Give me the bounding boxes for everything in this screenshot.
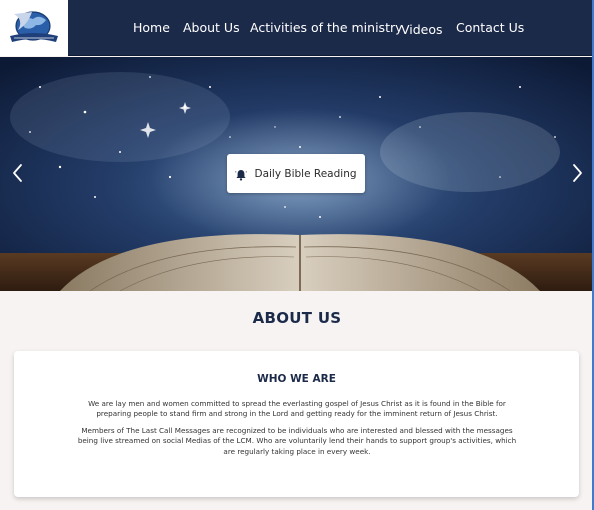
chevron-right-icon: [573, 164, 582, 182]
about-us-heading: ABOUT US: [252, 309, 342, 327]
nav-home[interactable]: Home: [133, 20, 170, 35]
bell-icon: [235, 168, 248, 181]
carousel-next-button[interactable]: [567, 161, 587, 185]
nav-contact-us[interactable]: Contact Us: [456, 20, 524, 35]
who-we-are-card: WHO WE ARE We are lay men and women comm…: [14, 351, 579, 497]
nav-about-us[interactable]: About Us: [183, 20, 240, 35]
chevron-left-icon: [13, 164, 22, 182]
carousel-prev-button[interactable]: [8, 161, 28, 185]
nav-activities[interactable]: Activities of the ministry: [250, 20, 403, 35]
nav-videos[interactable]: Videos: [401, 22, 443, 37]
globe-logo-icon: [10, 11, 58, 42]
who-we-are-paragraph-2: Members of The Last Call Messages are re…: [77, 426, 517, 456]
hero-carousel: Daily Bible Reading: [0, 57, 594, 291]
who-we-are-heading: WHO WE ARE: [257, 373, 336, 385]
daily-bible-reading-label: Daily Bible Reading: [254, 167, 357, 180]
top-navbar: Home About Us Activities of the ministry…: [0, 0, 594, 56]
daily-bible-reading-button[interactable]: Daily Bible Reading: [227, 154, 365, 193]
who-we-are-paragraph-1: We are lay men and women committed to sp…: [88, 399, 506, 419]
logo[interactable]: [0, 0, 68, 56]
